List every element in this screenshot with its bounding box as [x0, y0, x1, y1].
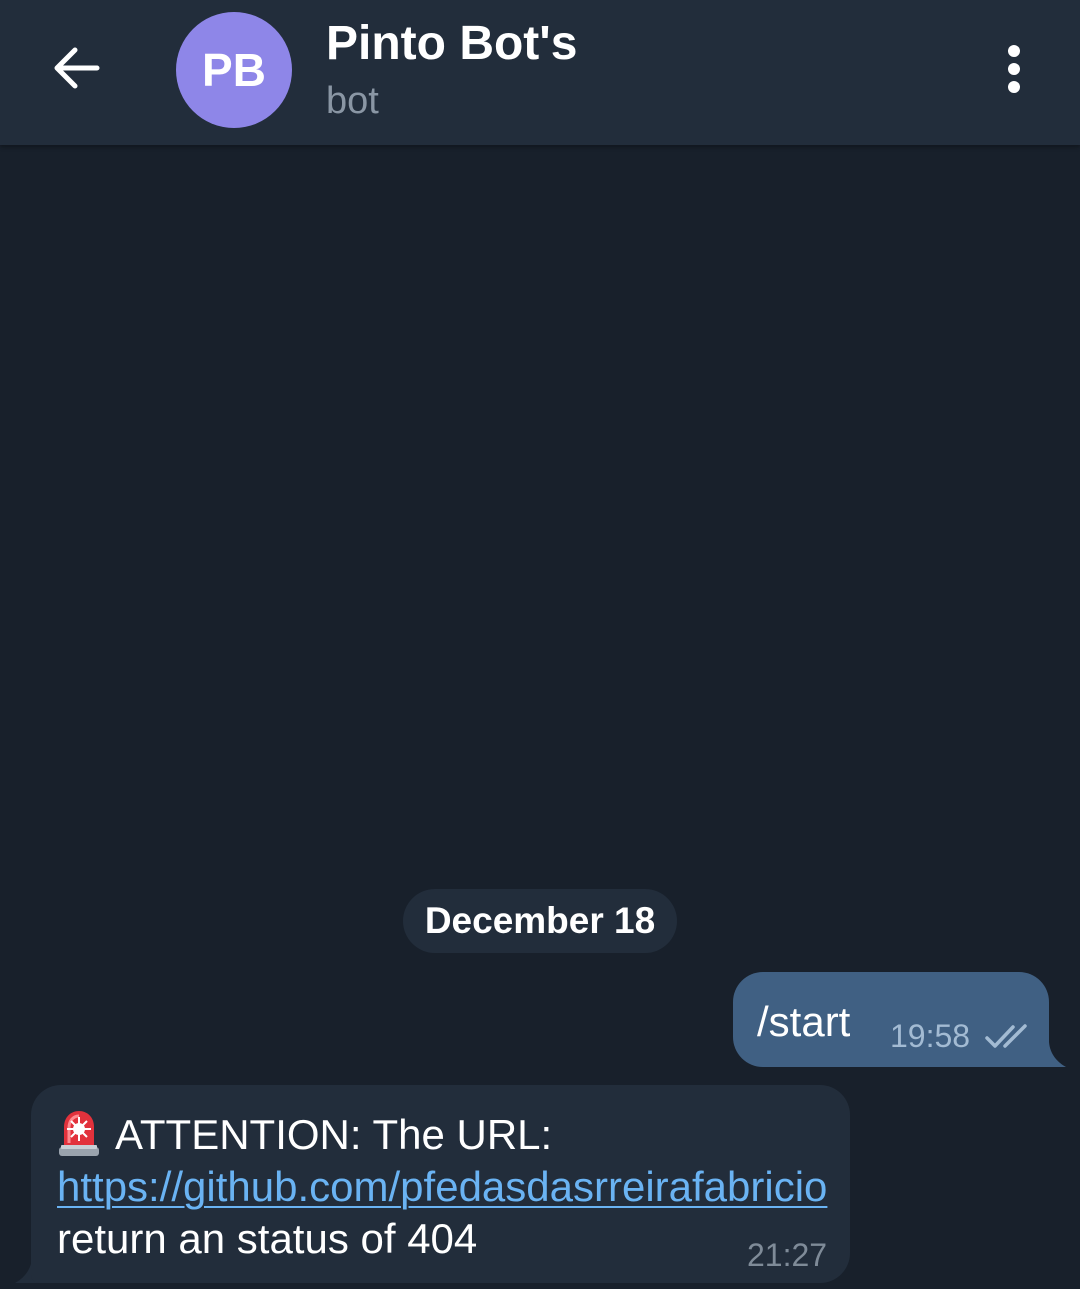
- chat-screen: PB Pinto Bot's bot December 18 /start 19…: [0, 0, 1080, 1289]
- chat-title[interactable]: Pinto Bot's: [326, 16, 577, 71]
- date-separator: December 18: [403, 889, 677, 953]
- incoming-message[interactable]: ATTENTION: The URL: https://github.com/p…: [31, 1085, 850, 1283]
- avatar[interactable]: PB: [176, 12, 292, 128]
- message-text-suffix: return an status of 404: [57, 1215, 478, 1262]
- back-button[interactable]: [36, 28, 116, 108]
- message-link[interactable]: https://github.com/pfedasdasrreirafabric…: [57, 1163, 827, 1210]
- chat-header: PB Pinto Bot's bot: [0, 0, 1080, 145]
- chat-subtitle: bot: [326, 80, 379, 122]
- message-text-prefix: ATTENTION: The URL:: [115, 1111, 553, 1158]
- outgoing-message[interactable]: /start 19:58: [733, 972, 1049, 1067]
- message-text: ATTENTION: The URL: https://github.com/p…: [57, 1109, 832, 1265]
- more-options-button[interactable]: [984, 36, 1044, 102]
- message-text: /start: [757, 998, 851, 1045]
- message-time: 19:58: [890, 1018, 971, 1054]
- double-check-icon: [985, 1024, 1027, 1048]
- message-time: 21:27: [747, 1237, 828, 1273]
- siren-icon: [59, 1111, 99, 1156]
- more-vertical-icon: [1008, 45, 1020, 93]
- arrow-left-icon: [54, 47, 100, 89]
